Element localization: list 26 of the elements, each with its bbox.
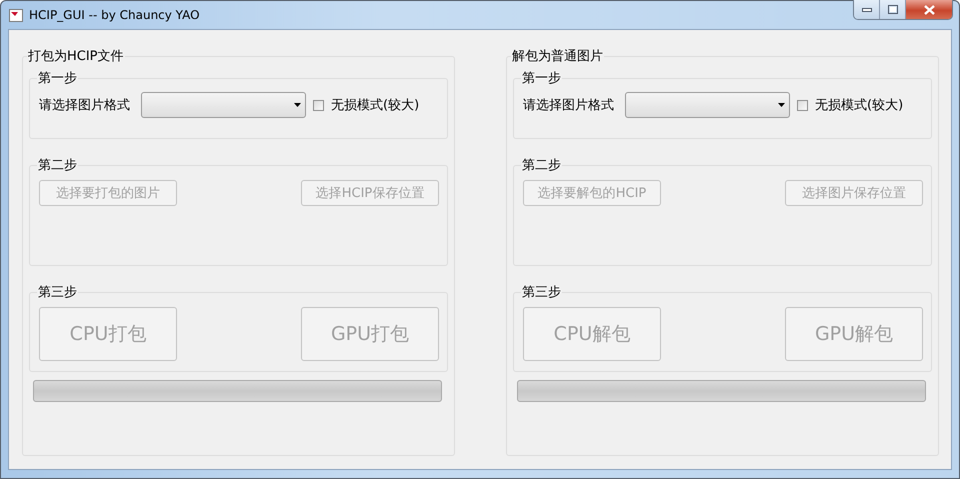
maximize-button[interactable] (880, 0, 906, 19)
window-title: HCIP_GUI -- by Chauncy YAO (29, 8, 200, 22)
step-title: 第二步 (37, 157, 78, 174)
lossless-checkbox[interactable] (313, 100, 324, 110)
group-title: 打包为HCIP文件 (27, 48, 125, 65)
format-label: 请选择图片格式 (523, 97, 614, 114)
step-title: 第二步 (521, 157, 562, 174)
group-title: 解包为普通图片 (511, 48, 604, 65)
minimize-icon (862, 8, 872, 12)
step-title: 第三步 (37, 284, 78, 301)
lossless-label: 无损模式(较大) (815, 97, 904, 114)
step-title: 第一步 (37, 70, 78, 87)
lossless-label: 无损模式(较大) (331, 97, 420, 114)
close-icon (924, 4, 934, 14)
caret-icon (778, 103, 785, 107)
format-dropdown[interactable] (141, 92, 306, 118)
close-button[interactable] (906, 0, 952, 19)
app-icon (9, 8, 23, 22)
lossless-checkbox[interactable] (797, 100, 808, 110)
maximize-icon (888, 5, 898, 14)
step-title: 第三步 (521, 284, 562, 301)
format-dropdown[interactable] (625, 92, 790, 118)
step-title: 第一步 (521, 70, 562, 87)
minimize-button[interactable] (854, 0, 880, 19)
format-label: 请选择图片格式 (39, 97, 130, 114)
caret-icon (294, 103, 301, 107)
